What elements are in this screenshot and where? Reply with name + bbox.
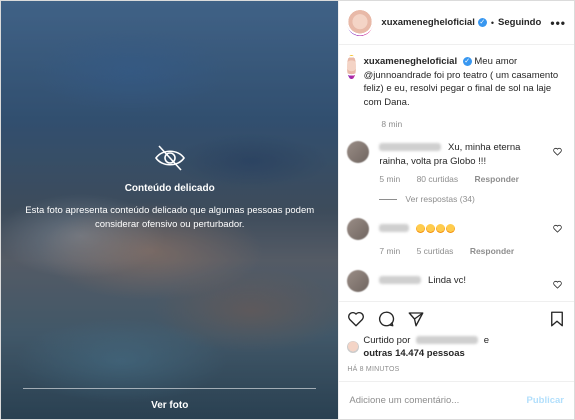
view-replies-button[interactable]: Ver respostas (34) (379, 194, 566, 204)
post-actions: Curtido por e outras 14.474 pessoas HÁ 8… (339, 301, 574, 381)
comment-item: Xu, minha eterna rainha, volta pra Globo… (347, 141, 566, 168)
comments-list: xuxameneghelоficial ✓ Meu amor @junnoand… (339, 45, 574, 301)
view-photo-button[interactable]: Ver foto (1, 400, 338, 411)
avatar[interactable] (347, 218, 370, 240)
comment-input[interactable] (349, 395, 527, 406)
reply-button[interactable]: Responder (475, 174, 519, 184)
heart-eyes-emoji-icon (446, 223, 456, 233)
blurred-username[interactable] (379, 224, 410, 233)
heart-icon[interactable] (553, 280, 562, 289)
liked-by-label: Curtido por (363, 335, 411, 346)
blurred-username[interactable] (416, 336, 479, 345)
caption-username[interactable]: xuxameneghelоficial (364, 56, 457, 67)
blurred-username[interactable] (379, 143, 442, 152)
bookmark-icon[interactable] (548, 310, 566, 328)
heart-icon[interactable] (553, 147, 562, 156)
heart-eyes-emoji-icon (426, 223, 436, 233)
likes-count[interactable]: outras 14.474 pessoas (363, 348, 464, 359)
comment-likes[interactable]: 5 curtidas (417, 246, 454, 256)
comment-item (347, 218, 566, 240)
more-options-icon[interactable]: ••• (550, 16, 566, 30)
avatar[interactable] (347, 270, 370, 292)
blurred-username[interactable] (379, 276, 422, 285)
caption-text: xuxameneghelоficial ✓ Meu amor @junnoand… (364, 55, 566, 109)
post-modal: Conteúdo delicado Esta foto apresenta co… (0, 0, 575, 420)
post-caption: xuxameneghelоficial ✓ Meu amor @junnoand… (347, 55, 566, 109)
verified-badge-icon: ✓ (477, 18, 487, 27)
sensitive-title: Conteúdo delicado (124, 183, 215, 194)
avatar[interactable] (347, 55, 356, 79)
sensitive-description: Esta foto apresenta conteúdo delicado qu… (25, 205, 315, 230)
avatar[interactable] (347, 341, 360, 353)
comment-likes[interactable]: 80 curtidas (417, 174, 459, 184)
likes-conjunction: e (483, 335, 489, 346)
heart-eyes-emoji-icon (436, 223, 446, 233)
caption-time: 8 min (381, 119, 403, 129)
post-media: Conteúdo delicado Esta foto apresenta co… (1, 1, 339, 419)
avatar[interactable] (347, 141, 370, 163)
author-username[interactable]: xuxameneghelоficial (381, 17, 474, 28)
avatar[interactable] (347, 9, 374, 36)
comment-item: Linda vc! (347, 270, 566, 292)
reply-button[interactable]: Responder (470, 246, 514, 256)
like-heart-icon[interactable] (347, 310, 365, 328)
comment-icon[interactable] (377, 310, 395, 328)
divider (23, 388, 317, 389)
heart-icon[interactable] (553, 224, 562, 233)
verified-badge-icon: ✓ (462, 56, 472, 66)
post-sidebar: xuxameneghelоficial ✓ • Seguindo ••• xux… (338, 1, 574, 419)
comment-meta: 7 min 5 curtidas Responder (379, 246, 566, 256)
heart-eyes-emoji-icon (416, 223, 426, 233)
separator: • (490, 17, 495, 28)
sensitive-content-overlay: Conteúdo delicado Esta foto apresenta co… (1, 141, 338, 232)
eye-slash-icon (153, 141, 187, 175)
comment-time: 5 min (379, 174, 401, 184)
comment-text: Linda vc! (428, 275, 467, 286)
share-icon[interactable] (407, 310, 425, 328)
post-timestamp: HÁ 8 MINUTOS (347, 366, 400, 373)
comment-time: 7 min (379, 246, 401, 256)
comment-meta: 5 min 80 curtidas Responder (379, 174, 566, 184)
add-comment-bar: Publicar (339, 381, 574, 419)
divider (379, 198, 398, 200)
post-header: xuxameneghelоficial ✓ • Seguindo ••• (339, 1, 574, 45)
view-replies-label[interactable]: Ver respostas (34) (405, 194, 474, 204)
publish-button[interactable]: Publicar (527, 395, 565, 406)
likes-summary: Curtido por e outras 14.474 pessoas (347, 334, 566, 360)
following-button[interactable]: Seguindo (498, 17, 541, 28)
